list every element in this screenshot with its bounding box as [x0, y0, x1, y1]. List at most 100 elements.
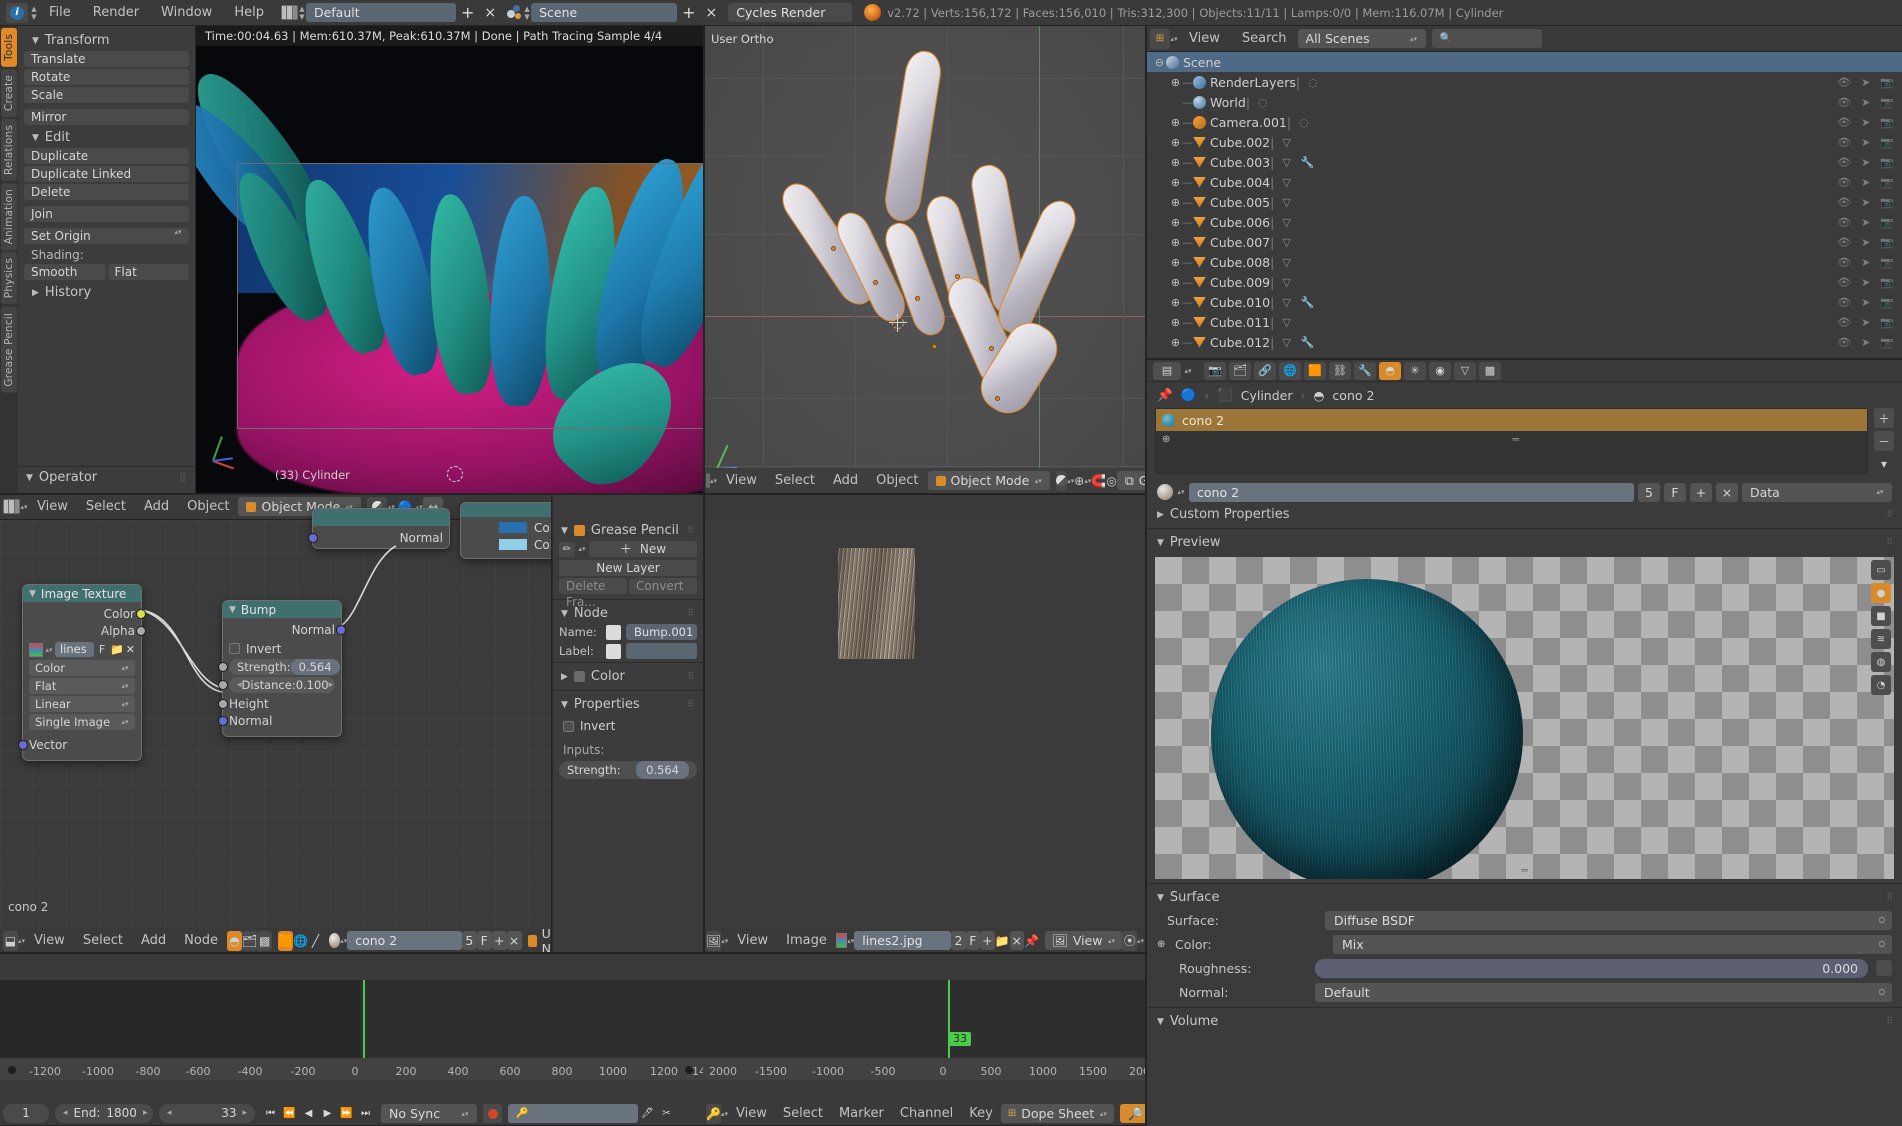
increment-icon[interactable]: ▸ [242, 1104, 247, 1123]
cursor-icon[interactable]: ➤ [1861, 296, 1870, 309]
timeline-ruler[interactable]: -1200 -1000 -800 -600 -400 -200 0 200 40… [0, 1058, 703, 1080]
eye-icon[interactable]: 👁 [1837, 76, 1851, 89]
tab-physics[interactable]: ◉ [1429, 361, 1451, 380]
expand-icon[interactable]: ⊕ [1169, 76, 1182, 89]
scroll-handle-left[interactable] [8, 1066, 16, 1074]
tab-data[interactable]: ▽ [1454, 361, 1476, 380]
color-input-dropdown[interactable]: Mix [1333, 934, 1892, 954]
delete-keyframe-icon[interactable]: ✂ [657, 1104, 676, 1123]
socket-normal-icon[interactable] [336, 624, 346, 635]
outliner-menu-search[interactable]: Search [1231, 26, 1298, 52]
new-layer-button[interactable]: New Layer [559, 560, 697, 576]
expand-icon[interactable]: ⊕ [1169, 256, 1182, 269]
cursor-icon[interactable]: ➤ [1861, 196, 1870, 209]
camera-render-icon[interactable]: 📷 [1880, 136, 1894, 149]
shading-chevron-icon[interactable]: ▴▾ [1067, 477, 1074, 485]
remove-material-slot-button[interactable]: － [1874, 431, 1894, 451]
outliner-row[interactable]: ⊕ — Cube.008 | ▽ 👁 ➤ 📷 [1147, 252, 1902, 272]
delete-screen-layout-button[interactable]: × [479, 3, 501, 23]
outliner-row[interactable]: ⊕ — Cube.007 | ▽ 👁 ➤ 📷 [1147, 232, 1902, 252]
outliner-row[interactable]: ⊕ — Cube.010 | ▽ 🔧 👁 ➤ 📷 [1147, 292, 1902, 312]
browse-material-icon[interactable] [1157, 484, 1173, 500]
start-frame-field[interactable]: 1 [3, 1104, 49, 1123]
editor-type-chevron-icon[interactable]: ▴▾ [721, 937, 728, 945]
screen-layout-field[interactable]: Default [305, 3, 456, 22]
camera-render-icon[interactable]: 📷 [1880, 276, 1894, 289]
socket-height-icon[interactable] [218, 698, 228, 709]
node-material-field[interactable]: cono 2 [347, 931, 462, 950]
unlink-image-icon[interactable]: ✕ [126, 643, 135, 656]
pivot-point-icon[interactable]: ⊕ [1074, 471, 1084, 491]
editor-type-chevron-icon[interactable]: ▴▾ [20, 503, 28, 511]
play-button[interactable]: ▶ [318, 1104, 337, 1123]
eye-icon[interactable]: 👁 [1837, 296, 1851, 309]
eye-icon[interactable]: 👁 [1837, 116, 1851, 129]
outliner-row[interactable]: ⊕ — Cube.002 | ▽ 👁 ➤ 📷 [1147, 132, 1902, 152]
viewport-shading-icon[interactable] [1056, 470, 1068, 491]
color-checkbox[interactable] [573, 671, 585, 682]
mesh-data-icon[interactable]: ▽ [1282, 196, 1290, 209]
compositing-type-icon[interactable]: 🗂 [241, 930, 258, 951]
mesh-data-icon[interactable]: ▽ [1282, 276, 1290, 289]
resize-grip-icon[interactable]: ═ [1512, 433, 1519, 446]
node-socket-normal-in[interactable]: Normal [218, 712, 335, 729]
expand-icon[interactable]: ⊕ [1169, 116, 1182, 129]
cursor-icon[interactable]: ➤ [1861, 336, 1870, 349]
pin-icon[interactable]: 📌 [1157, 387, 1173, 403]
node-bump-distance-value[interactable]: 0.100 [296, 677, 329, 693]
outliner-search-input[interactable]: 🔍 [1431, 29, 1542, 48]
animate-dot-icon[interactable] [1879, 988, 1885, 995]
open-image-icon[interactable]: 📁 [110, 643, 124, 656]
tab-material[interactable]: ◓ [1379, 361, 1401, 380]
outliner-row[interactable]: ⊕ — Cube.003 | ▽ 🔧 👁 ➤ 📷 [1147, 152, 1902, 172]
node-bump-strength-field[interactable]: Strength: 0.564 [218, 659, 340, 675]
tab-scene[interactable]: 🔗 [1254, 361, 1276, 380]
tool-tab-create[interactable]: Create [1, 68, 17, 117]
unlink-material-button[interactable]: × [1716, 482, 1738, 502]
node-color-space-dropdown[interactable]: Color ▴▾ [29, 660, 135, 676]
dope-menu-channel[interactable]: Channel [892, 1101, 961, 1126]
transform-orientation-dropdown[interactable]: ⧉ Global [1116, 471, 1147, 490]
material-name-field[interactable]: cono 2 [1189, 482, 1634, 502]
node-socket-normal-out[interactable]: Normal [229, 621, 346, 638]
scene-chevron-icon[interactable]: ▲ ▼ [523, 5, 531, 21]
node-image-fake-user[interactable]: F [96, 643, 108, 656]
viewport-menu-view[interactable]: View [717, 468, 766, 494]
editor-type-chevron-icon[interactable]: ▴▾ [18, 937, 25, 945]
dope-sheet-ruler[interactable]: 2000 -1500 -1000 -500 0 500 1000 1500 20… [703, 1058, 1147, 1080]
preview-sphere-icon[interactable]: ● [1871, 583, 1891, 603]
viewport-menu-select[interactable]: Select [766, 468, 824, 494]
tool-tab-animation[interactable]: Animation [1, 183, 17, 251]
camera-render-icon[interactable]: 📷 [1880, 316, 1894, 329]
camera-render-icon[interactable]: 📷 [1880, 296, 1894, 309]
increment-icon[interactable]: ▸ [329, 677, 334, 693]
interaction-mode-dropdown[interactable]: Object Mode ▴▾ [927, 471, 1051, 490]
panel-history-header[interactable]: ▶ History [24, 282, 189, 303]
nodeed-menu-select[interactable]: Select [74, 928, 132, 954]
expand-icon[interactable]: ⊕ [1169, 156, 1182, 169]
socket-alpha-icon[interactable] [136, 625, 146, 636]
cursor-icon[interactable]: ➤ [1861, 316, 1870, 329]
node-bump-strength-value[interactable]: 0.564 [290, 659, 340, 675]
expand-icon[interactable]: ⊕ [1157, 939, 1167, 950]
animate-dot-icon[interactable] [1879, 940, 1885, 947]
timeline-playhead[interactable] [363, 980, 365, 1058]
material-preview[interactable]: ▭ ● ■ ≋ ◍ ◔ ═ [1155, 557, 1894, 879]
expand-icon[interactable]: ⊕ [1169, 336, 1182, 349]
dope-sheet-playhead[interactable] [948, 980, 950, 1058]
sidebar-strength-value[interactable]: 0.564 [636, 761, 689, 779]
cursor-icon[interactable]: ➤ [1861, 236, 1870, 249]
open-image-icon[interactable]: 📁 [995, 931, 1010, 951]
pin-icon[interactable]: 📌 [1024, 931, 1039, 951]
browse-chevron-icon[interactable]: ▴▾ [847, 937, 854, 945]
eye-icon[interactable]: 👁 [1837, 336, 1851, 349]
image-pivot-icon[interactable]: ⦿ [1122, 930, 1137, 951]
jump-back-keyframe-button[interactable]: ⏪ [280, 1104, 299, 1123]
data-icon[interactable]: ◌ [1258, 96, 1268, 109]
eye-icon[interactable]: 👁 [1837, 156, 1851, 169]
current-frame-field[interactable]: ◂ 33 ▸ [159, 1104, 255, 1123]
browse-chevron-icon[interactable]: ▴▾ [578, 545, 586, 553]
node-socket-height-in[interactable]: Height [218, 695, 335, 712]
tab-modifiers[interactable]: 🔧 [1354, 361, 1376, 380]
unlink-image-button[interactable]: × [1009, 931, 1024, 950]
